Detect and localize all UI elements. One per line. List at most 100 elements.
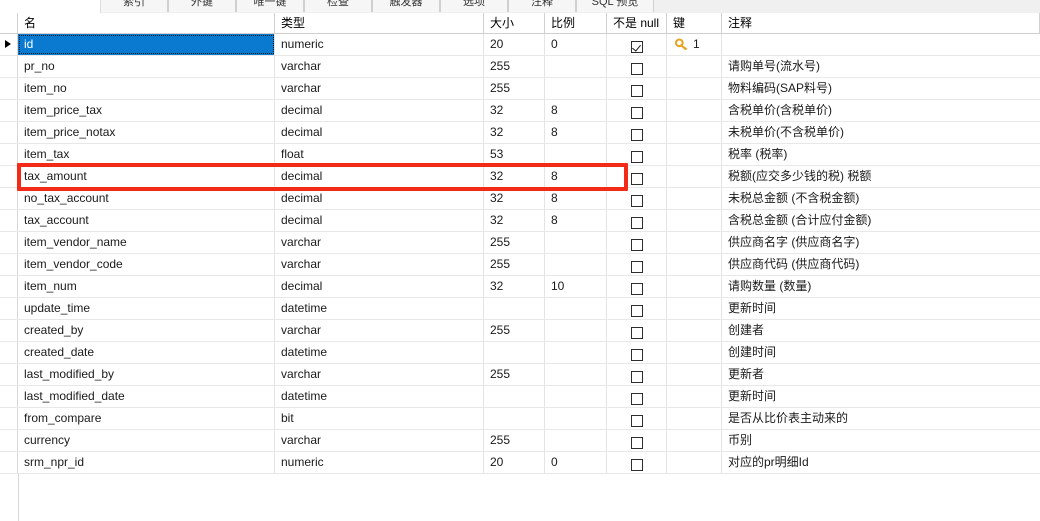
row-gutter[interactable] <box>0 364 18 385</box>
cell-field-size[interactable] <box>484 342 545 363</box>
cell-field-scale[interactable] <box>545 56 607 77</box>
cell-field-type[interactable]: varchar <box>275 430 484 451</box>
designer-tab-4[interactable]: 触发器 <box>372 0 440 12</box>
checkbox-unchecked-icon[interactable] <box>630 414 643 427</box>
cell-field-comment[interactable]: 请购单号(流水号) <box>722 56 1040 77</box>
cell-not-null[interactable] <box>607 34 667 55</box>
cell-field-comment[interactable]: 物料编码(SAP料号) <box>722 78 1040 99</box>
table-row[interactable]: item_no varchar 255 物料编码(SAP料号) <box>0 78 1040 100</box>
cell-not-null[interactable] <box>607 364 667 385</box>
cell-field-name[interactable]: no_tax_account <box>18 188 275 209</box>
designer-tab-bar[interactable]: 索引 外键 唯一键 检查 触发器 选项 注释 SQL 预览 <box>100 0 654 12</box>
cell-field-type[interactable]: decimal <box>275 276 484 297</box>
table-row[interactable]: update_time datetime 更新时间 <box>0 298 1040 320</box>
row-gutter[interactable] <box>0 408 18 429</box>
table-row[interactable]: item_vendor_code varchar 255 供应商代码 (供应商代码) <box>0 254 1040 276</box>
table-row[interactable]: tax_account decimal 32 8 含税总金额 (合计应付金额) <box>0 210 1040 232</box>
cell-field-name[interactable]: tax_amount <box>18 166 275 187</box>
cell-key[interactable] <box>667 188 722 209</box>
cell-field-name[interactable]: from_compare <box>18 408 275 429</box>
row-gutter[interactable] <box>0 34 18 55</box>
cell-field-size[interactable]: 32 <box>484 276 545 297</box>
cell-field-name[interactable]: last_modified_by <box>18 364 275 385</box>
cell-field-comment[interactable]: 币别 <box>722 430 1040 451</box>
cell-field-size[interactable]: 32 <box>484 100 545 121</box>
cell-field-scale[interactable] <box>545 144 607 165</box>
cell-field-scale[interactable]: 8 <box>545 166 607 187</box>
checkbox-unchecked-icon[interactable] <box>630 260 643 273</box>
cell-field-type[interactable]: varchar <box>275 56 484 77</box>
cell-not-null[interactable] <box>607 342 667 363</box>
row-gutter[interactable] <box>0 56 18 77</box>
cell-not-null[interactable] <box>607 298 667 319</box>
row-gutter[interactable] <box>0 452 18 473</box>
table-row[interactable]: srm_npr_id numeric 20 0 对应的pr明细Id <box>0 452 1040 474</box>
cell-key[interactable] <box>667 364 722 385</box>
table-row[interactable]: last_modified_by varchar 255 更新者 <box>0 364 1040 386</box>
row-gutter[interactable] <box>0 386 18 407</box>
cell-field-comment[interactable]: 创建时间 <box>722 342 1040 363</box>
cell-field-comment[interactable]: 更新时间 <box>722 298 1040 319</box>
row-gutter[interactable] <box>0 320 18 341</box>
cell-field-size[interactable]: 255 <box>484 320 545 341</box>
cell-field-size[interactable]: 32 <box>484 166 545 187</box>
designer-tab-2[interactable]: 唯一键 <box>236 0 304 12</box>
cell-field-type[interactable]: decimal <box>275 122 484 143</box>
checkbox-checked-icon[interactable] <box>630 40 643 53</box>
table-row[interactable]: item_price_tax decimal 32 8 含税单价(含税单价) <box>0 100 1040 122</box>
table-row[interactable]: item_num decimal 32 10 请购数量 (数量) <box>0 276 1040 298</box>
cell-field-comment[interactable]: 请购数量 (数量) <box>722 276 1040 297</box>
cell-field-comment[interactable]: 对应的pr明细Id <box>722 452 1040 473</box>
cell-field-type[interactable]: decimal <box>275 188 484 209</box>
cell-field-name[interactable]: item_num <box>18 276 275 297</box>
cell-key[interactable] <box>667 298 722 319</box>
cell-not-null[interactable] <box>607 100 667 121</box>
cell-key[interactable] <box>667 276 722 297</box>
checkbox-unchecked-icon[interactable] <box>630 436 643 449</box>
row-gutter[interactable] <box>0 342 18 363</box>
cell-not-null[interactable] <box>607 166 667 187</box>
checkbox-unchecked-icon[interactable] <box>630 326 643 339</box>
row-gutter[interactable] <box>0 210 18 231</box>
cell-not-null[interactable] <box>607 78 667 99</box>
designer-tab-5[interactable]: 选项 <box>440 0 508 12</box>
row-gutter[interactable] <box>0 144 18 165</box>
cell-field-comment[interactable]: 未税单价(不含税单价) <box>722 122 1040 143</box>
row-gutter[interactable] <box>0 166 18 187</box>
designer-tab-0[interactable]: 索引 <box>100 0 168 12</box>
cell-field-name[interactable]: item_price_tax <box>18 100 275 121</box>
cell-field-size[interactable] <box>484 298 545 319</box>
cell-field-size[interactable]: 32 <box>484 188 545 209</box>
checkbox-unchecked-icon[interactable] <box>630 392 643 405</box>
cell-key[interactable] <box>667 122 722 143</box>
cell-field-type[interactable]: varchar <box>275 232 484 253</box>
field-grid[interactable]: 名 类型 大小 比例 不是 null 键 注释 id numeric 20 0 1 pr_… <box>0 13 1040 521</box>
cell-not-null[interactable] <box>607 320 667 341</box>
cell-field-size[interactable]: 255 <box>484 78 545 99</box>
cell-field-name[interactable]: srm_npr_id <box>18 452 275 473</box>
cell-field-name[interactable]: update_time <box>18 298 275 319</box>
cell-field-size[interactable] <box>484 408 545 429</box>
table-row[interactable]: item_price_notax decimal 32 8 未税单价(不含税单价) <box>0 122 1040 144</box>
cell-field-scale[interactable] <box>545 298 607 319</box>
cell-field-scale[interactable] <box>545 342 607 363</box>
cell-field-scale[interactable] <box>545 364 607 385</box>
cell-key[interactable] <box>667 254 722 275</box>
cell-field-comment[interactable]: 创建者 <box>722 320 1040 341</box>
designer-tab-6[interactable]: 注释 <box>508 0 576 12</box>
cell-field-scale[interactable]: 0 <box>545 452 607 473</box>
cell-field-size[interactable]: 255 <box>484 364 545 385</box>
checkbox-unchecked-icon[interactable] <box>630 304 643 317</box>
cell-not-null[interactable] <box>607 56 667 77</box>
table-row[interactable]: created_by varchar 255 创建者 <box>0 320 1040 342</box>
table-row[interactable]: tax_amount decimal 32 8 税额(应交多少钱的税) 税额 <box>0 166 1040 188</box>
cell-key[interactable] <box>667 430 722 451</box>
checkbox-unchecked-icon[interactable] <box>630 348 643 361</box>
checkbox-unchecked-icon[interactable] <box>630 458 643 471</box>
cell-field-name[interactable]: item_tax <box>18 144 275 165</box>
cell-key[interactable] <box>667 386 722 407</box>
row-gutter[interactable] <box>0 232 18 253</box>
cell-key[interactable] <box>667 320 722 341</box>
cell-field-scale[interactable]: 8 <box>545 122 607 143</box>
cell-field-name[interactable]: created_by <box>18 320 275 341</box>
